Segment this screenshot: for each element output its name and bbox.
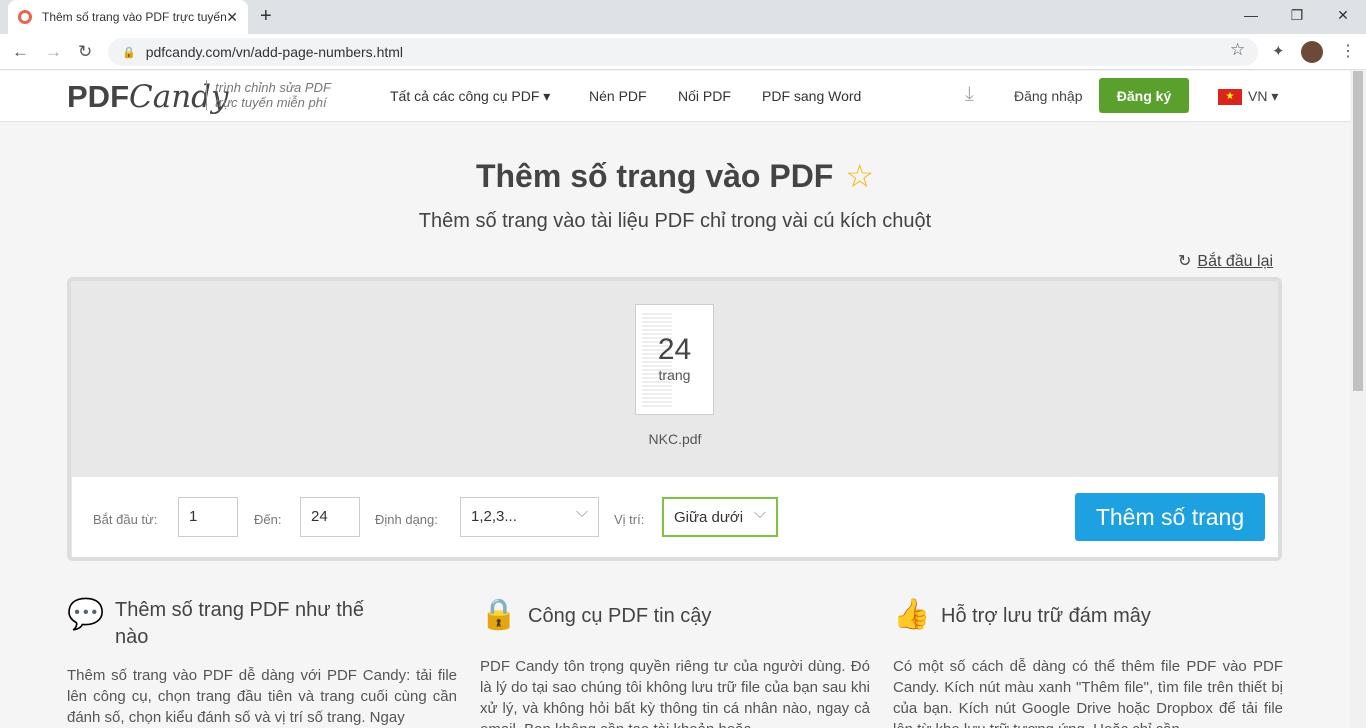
page-title: Thêm số trang vào PDF ☆ xyxy=(475,158,875,194)
file-name: NKC.pdf xyxy=(648,431,702,447)
format-select[interactable]: 1,2,3... xyxy=(460,497,599,537)
nav-pdf-to-word[interactable]: PDF sang Word xyxy=(762,88,861,104)
end-label: Đến: xyxy=(254,512,282,527)
site-header: PDFCandy trình chỉnh sửa PDF trực tuyến m… xyxy=(0,71,1350,122)
page-subtitle: Thêm số trang vào tài liệu PDF chỉ trong… xyxy=(418,210,932,232)
bookmark-star-icon[interactable]: ☆ xyxy=(1230,40,1245,60)
favorite-star-icon[interactable]: ☆ xyxy=(845,158,874,194)
info-cloud: 👍 Hỗ trợ lưu trữ đám mây Có một số cách d… xyxy=(893,598,1283,728)
info-how-to: 💬 Thêm số trang PDF như thế nào Thêm số t… xyxy=(67,598,457,726)
nav-all-tools[interactable]: Tất cả các công cụ PDF ▾ xyxy=(390,88,550,105)
address-bar-row: ← → ↻ 🔒 pdfcandy.com/vn/add-page-numbers.… xyxy=(0,34,1366,70)
info-trusted: 🔒 Công cụ PDF tin cậy PDF Candy tôn trọng… xyxy=(480,598,870,728)
start-label: Bắt đầu từ: xyxy=(93,512,158,527)
browser-tab-bar: Thêm số trang vào PDF trực tuyến ✕ + — ❐ ✕ xyxy=(0,0,1366,34)
close-window-icon[interactable]: ✕ xyxy=(1320,0,1366,30)
forward-icon[interactable]: → xyxy=(45,42,62,62)
vietnam-flag-icon: ★ xyxy=(1218,88,1242,105)
end-page-input[interactable]: 24 xyxy=(300,497,360,537)
start-page-input[interactable]: 1 xyxy=(178,497,238,537)
logo[interactable]: PDFCandy xyxy=(67,79,229,115)
scrollbar[interactable] xyxy=(1350,71,1366,728)
close-tab-icon[interactable]: ✕ xyxy=(226,9,238,26)
browser-tab[interactable]: Thêm số trang vào PDF trực tuyến ✕ xyxy=(8,0,248,34)
restart-icon: ↻ xyxy=(1178,253,1192,270)
back-icon[interactable]: ← xyxy=(12,42,29,62)
page-count-label: trang xyxy=(658,367,691,383)
signup-button[interactable]: Đăng ký xyxy=(1099,78,1189,113)
position-label: Vị trí: xyxy=(614,512,645,527)
add-page-numbers-button[interactable]: Thêm số trang xyxy=(1075,493,1265,541)
extensions-icon[interactable]: ✦ xyxy=(1272,42,1285,60)
nav-merge[interactable]: Nối PDF xyxy=(678,88,731,104)
file-panel: 24 trang NKC.pdf Bắt đầu từ: 1 Đến: 24 Đ… xyxy=(67,277,1282,561)
reload-icon[interactable]: ↻ xyxy=(78,42,92,62)
position-select[interactable]: Giữa dưới xyxy=(662,497,778,537)
minimize-icon[interactable]: — xyxy=(1228,0,1274,30)
download-icon[interactable]: ⤓ xyxy=(965,83,974,106)
options-bar: Bắt đầu từ: 1 Đến: 24 Định dạng: 1,2,3..… xyxy=(72,477,1278,557)
url-field[interactable]: 🔒 pdfcandy.com/vn/add-page-numbers.html xyxy=(108,38,1258,66)
restart-link[interactable]: ↻ Bắt đầu lại xyxy=(1178,251,1273,271)
tagline: trình chỉnh sửa PDF trực tuyến miễn phí xyxy=(206,80,331,110)
language-selector[interactable]: ★ VN ▾ xyxy=(1218,88,1278,105)
browser-menu-icon[interactable]: ⋮ xyxy=(1340,41,1356,61)
format-label: Định dạng: xyxy=(375,512,438,527)
page-count: 24 xyxy=(657,333,692,366)
favicon-icon xyxy=(18,10,32,24)
lock-icon: 🔒 xyxy=(122,46,136,59)
file-thumbnail[interactable]: 24 trang xyxy=(635,304,714,415)
lock-icon: 🔒 xyxy=(480,598,518,631)
thumbs-up-icon: 👍 xyxy=(893,598,931,631)
question-chat-icon: 💬 xyxy=(67,598,105,631)
maximize-icon[interactable]: ❐ xyxy=(1274,0,1320,30)
tab-title: Thêm số trang vào PDF trực tuyến xyxy=(42,10,227,24)
login-link[interactable]: Đăng nhập xyxy=(1014,88,1083,104)
profile-avatar[interactable] xyxy=(1301,41,1323,63)
new-tab-icon[interactable]: + xyxy=(260,5,272,28)
url-text: pdfcandy.com/vn/add-page-numbers.html xyxy=(145,44,404,60)
nav-compress[interactable]: Nén PDF xyxy=(589,88,647,104)
